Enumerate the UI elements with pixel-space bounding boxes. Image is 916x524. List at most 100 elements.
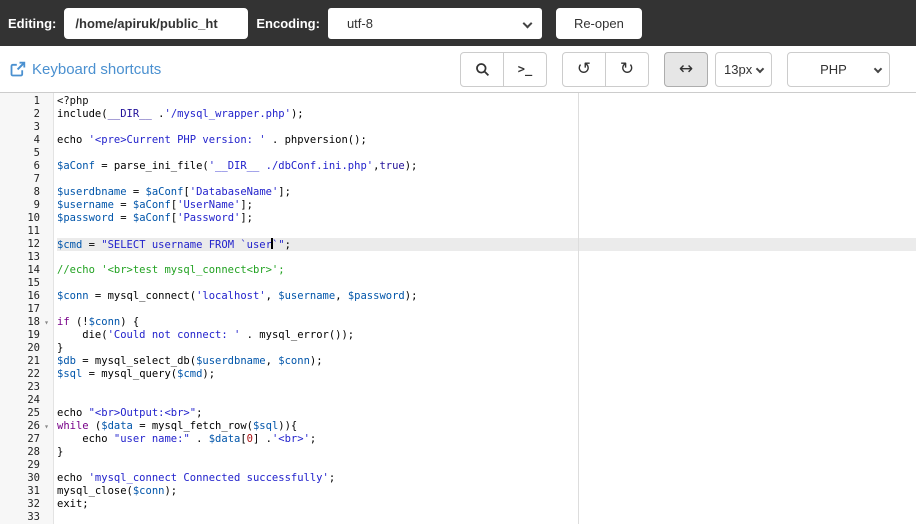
keyboard-shortcuts-label: Keyboard shortcuts — [32, 60, 162, 78]
toolbar-controls: >_ ↺ ↻ ↔ 13px PHP — [460, 51, 890, 87]
chevron-down-icon — [755, 64, 765, 73]
reopen-button[interactable]: Re-open — [555, 7, 642, 39]
code-line[interactable]: $conn = mysql_connect('localhost', $user… — [57, 290, 916, 303]
line-number[interactable]: 28 — [0, 446, 53, 459]
line-number[interactable]: 15 — [0, 277, 53, 290]
line-number[interactable]: 14 — [0, 264, 53, 277]
line-number[interactable]: 27 — [0, 433, 53, 446]
undo-icon: ↺ — [576, 58, 592, 79]
code-line[interactable]: <?php — [57, 95, 916, 108]
code-line[interactable] — [57, 511, 916, 524]
code-editor[interactable]: 1 2 3 4 5 6 7 8 9 10 11 12 13 14 15 16 17 18 ▾ 19 20 21 22 23 24… — [0, 93, 916, 524]
gutter: 1 2 3 4 5 6 7 8 9 10 11 12 13 14 15 16 17 18 ▾ 19 20 21 22 23 24… — [0, 93, 54, 524]
chevron-down-icon — [873, 64, 883, 73]
line-number[interactable]: 16 — [0, 290, 53, 303]
keyboard-shortcuts-link[interactable]: Keyboard shortcuts — [10, 61, 161, 78]
code-line[interactable] — [57, 394, 916, 407]
search-button[interactable] — [460, 51, 504, 87]
encoding-value: utf-8 — [346, 15, 373, 31]
code-line[interactable]: echo '<pre>Current PHP version: ' . phpv… — [57, 134, 916, 147]
line-number[interactable]: 17 — [0, 303, 53, 316]
line-number[interactable]: 10 — [0, 212, 53, 225]
line-number[interactable]: 22 — [0, 368, 53, 381]
line-number[interactable]: 2 — [0, 108, 53, 121]
code-line[interactable]: //echo '<br>test mysql_connect<br>'; — [57, 264, 916, 277]
line-number[interactable]: 29 — [0, 459, 53, 472]
line-number[interactable]: 30 — [0, 472, 53, 485]
line-number[interactable]: 3 — [0, 121, 53, 134]
code-line[interactable]: mysql_close($conn); — [57, 485, 916, 498]
chevron-down-icon — [522, 18, 533, 28]
top-bar: Editing: Encoding: utf-8 Re-open — [0, 0, 916, 46]
undo-redo-group: ↺ ↻ — [562, 51, 649, 87]
language-value: PHP — [820, 61, 847, 77]
line-number[interactable]: 6 — [0, 160, 53, 173]
line-number[interactable]: 1 — [0, 95, 53, 108]
code-line[interactable]: $userdbname = $aConf['DatabaseName']; — [57, 186, 916, 199]
code-line[interactable]: $db = mysql_select_db($userdbname, $conn… — [57, 355, 916, 368]
code-line[interactable] — [57, 147, 916, 160]
line-number[interactable]: 23 — [0, 381, 53, 394]
file-path-input[interactable] — [64, 7, 249, 39]
code-line[interactable] — [57, 303, 916, 316]
encoding-label: Encoding: — [256, 15, 320, 31]
code-line[interactable]: echo "<br>Output:<br>"; — [57, 407, 916, 420]
encoding-select[interactable]: utf-8 — [327, 7, 542, 39]
line-number[interactable]: 31 — [0, 485, 53, 498]
code-line[interactable]: die('Could not connect: ' . mysql_error(… — [57, 329, 916, 342]
code-line[interactable]: echo "user name:" . $data[0] .'<br>'; — [57, 433, 916, 446]
editing-label: Editing: — [8, 15, 57, 31]
code-line[interactable]: exit; — [57, 498, 916, 511]
search-terminal-group: >_ — [460, 51, 547, 87]
redo-button[interactable]: ↻ — [605, 51, 649, 87]
code-line[interactable]: } — [57, 446, 916, 459]
font-size-select[interactable]: 13px — [715, 51, 772, 87]
line-number[interactable]: 9 — [0, 199, 53, 212]
fold-arrow-icon[interactable]: ▾ — [40, 316, 53, 329]
code-line[interactable]: include(__DIR__ .'/mysql_wrapper.php'); — [57, 108, 916, 121]
code-line[interactable]: $aConf = parse_ini_file('__DIR__ ./dbCon… — [57, 160, 916, 173]
line-number[interactable]: 33 — [0, 511, 53, 524]
code-line[interactable] — [57, 173, 916, 186]
line-number[interactable]: 26 ▾ — [0, 420, 53, 433]
line-number[interactable]: 11 — [0, 225, 53, 238]
line-number[interactable]: 8 — [0, 186, 53, 199]
redo-icon: ↻ — [619, 58, 635, 79]
code-line[interactable]: } — [57, 342, 916, 355]
line-number[interactable]: 32 — [0, 498, 53, 511]
line-number[interactable]: 25 — [0, 407, 53, 420]
code-line[interactable] — [57, 225, 916, 238]
line-number[interactable]: 7 — [0, 173, 53, 186]
line-number[interactable]: 20 — [0, 342, 53, 355]
code-line[interactable]: $password = $aConf['Password']; — [57, 212, 916, 225]
code-line[interactable]: $username = $aConf['UserName']; — [57, 199, 916, 212]
line-number[interactable]: 24 — [0, 394, 53, 407]
code-line[interactable] — [57, 381, 916, 394]
line-number[interactable]: 13 — [0, 251, 53, 264]
editor-toolbar: Keyboard shortcuts >_ ↺ ↻ ↔ 13px PHP — [0, 46, 916, 93]
terminal-icon: >_ — [517, 62, 533, 76]
code-line[interactable]: echo 'mysql_connect Connected successful… — [57, 472, 916, 485]
terminal-button[interactable]: >_ — [503, 51, 547, 87]
line-number[interactable]: 21 — [0, 355, 53, 368]
line-number[interactable]: 19 — [0, 329, 53, 342]
line-number[interactable]: 5 — [0, 147, 53, 160]
language-select[interactable]: PHP — [787, 51, 890, 87]
line-number[interactable]: 12 — [0, 238, 53, 251]
code-line[interactable] — [57, 459, 916, 472]
undo-button[interactable]: ↺ — [562, 51, 606, 87]
line-number[interactable]: 4 — [0, 134, 53, 147]
fold-arrow-icon[interactable]: ▾ — [40, 420, 53, 433]
code-line[interactable]: if (!$conn) { — [57, 316, 916, 329]
code-line[interactable] — [57, 251, 916, 264]
left-right-arrow-icon: ↔ — [678, 58, 694, 79]
search-icon — [475, 62, 490, 77]
code-line[interactable]: $cmd = "SELECT username FROM `user`"; — [57, 238, 916, 251]
code-line[interactable]: $sql = mysql_query($cmd); — [57, 368, 916, 381]
code-lines[interactable]: <?php include(__DIR__ .'/mysql_wrapper.ph… — [54, 93, 916, 524]
code-line[interactable] — [57, 277, 916, 290]
code-line[interactable]: while ($data = mysql_fetch_row($sql)){ — [57, 420, 916, 433]
code-line[interactable] — [57, 121, 916, 134]
line-number[interactable]: 18 ▾ — [0, 316, 53, 329]
word-wrap-toggle[interactable]: ↔ — [664, 51, 708, 87]
